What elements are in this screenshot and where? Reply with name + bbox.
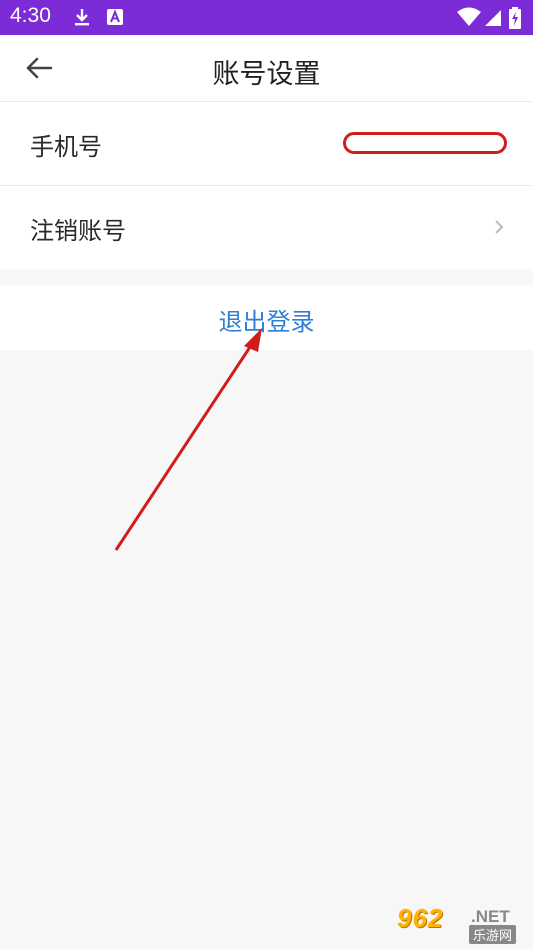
watermark-logo: 962 .NET 乐游网 [397,903,525,944]
watermark-main: 962 [397,903,444,933]
app-bar: 账号设置 [0,35,533,101]
cellular-icon [485,10,501,26]
watermark-sub: 乐游网 [469,925,517,944]
logout-label: 退出登录 [218,308,315,336]
setting-label-phone: 手机号 [30,133,102,161]
setting-label-deactivate-account: 注销账号 [30,217,126,245]
settings-list: 手机号 注销账号 [0,101,533,269]
setting-row-phone[interactable]: 手机号 [0,102,533,186]
a-notification-icon [107,9,123,25]
redacted-phone-value [343,132,507,154]
page-title: 账号设置 [212,59,321,90]
wifi-icon [457,7,481,26]
download-icon [75,9,89,26]
battery-charging-icon [509,7,521,29]
setting-row-deactivate-account[interactable]: 注销账号 [0,186,533,269]
status-time: 4:30 [10,4,51,27]
watermark-suffix: .NET [471,907,510,926]
status-bar: 4:30 [0,0,533,35]
chevron-right-icon [495,220,504,234]
logout-button[interactable]: 退出登录 [0,285,533,350]
